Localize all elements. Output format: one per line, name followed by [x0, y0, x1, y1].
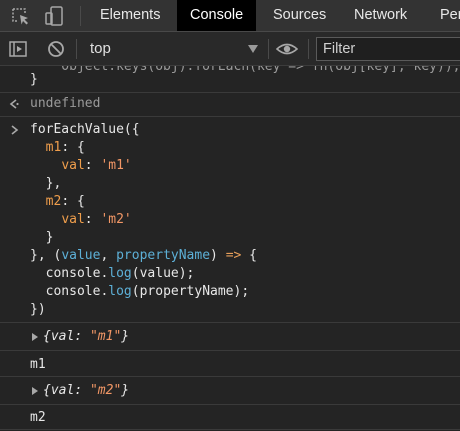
property-key: val — [61, 158, 85, 173]
code-token: }, — [45, 176, 62, 191]
chevron-down-icon — [248, 45, 258, 53]
filterbar-divider — [308, 39, 309, 59]
code-token: : — [84, 212, 101, 227]
code-token: } — [121, 383, 130, 398]
code-token: } — [121, 329, 130, 344]
result-arrow-icon — [9, 99, 19, 109]
expand-triangle-icon[interactable] — [32, 333, 38, 341]
tab-sources[interactable]: Sources — [262, 0, 337, 31]
property-key: val — [61, 212, 85, 227]
eye-icon[interactable] — [276, 39, 298, 59]
code-token: : — [74, 383, 90, 398]
code-line: m1: { — [30, 139, 85, 157]
code-token: ({ — [123, 122, 140, 137]
divider — [0, 404, 460, 405]
divider — [0, 92, 460, 93]
devtools-tab-bar: Elements Console Sources Network Per — [0, 0, 460, 32]
code-token: { — [241, 248, 257, 263]
toolbar-divider — [80, 6, 81, 26]
parameter-name: propertyName — [116, 248, 211, 263]
code-token: : { — [61, 140, 85, 155]
code-token: }) — [30, 302, 46, 317]
property-key: val — [50, 329, 75, 344]
device-toolbar-icon[interactable] — [44, 6, 66, 26]
string-literal: 'm2' — [100, 212, 132, 227]
input-prompt-icon — [11, 125, 19, 135]
expand-triangle-icon[interactable] — [32, 387, 38, 395]
filterbar-divider — [76, 39, 77, 59]
method-name: log — [108, 266, 132, 281]
code-line: val: 'm1' — [30, 157, 132, 175]
code-token: : — [74, 329, 90, 344]
console-filter-bar: top — [0, 32, 460, 66]
code-line: console.log(value); — [30, 265, 195, 283]
context-value: top — [90, 40, 111, 57]
property-key: m2 — [45, 194, 62, 209]
filter-input[interactable] — [316, 37, 460, 61]
divider — [0, 322, 460, 323]
code-token: console. — [45, 266, 109, 281]
code-token: (propertyName); — [131, 284, 250, 299]
console-output: Object.keys(obj).forEach(key => fn(obj[k… — [0, 66, 460, 431]
code-token: (value); — [131, 266, 195, 281]
code-line: }, — [30, 175, 62, 193]
code-token: : { — [61, 194, 85, 209]
code-line: }, (value, propertyName) => { — [30, 247, 257, 265]
devtools-window: Elements Console Sources Network Per top — [0, 0, 460, 431]
code-token: } — [45, 230, 54, 245]
sidebar-toggle-icon[interactable] — [8, 39, 28, 59]
code-token: : — [84, 158, 101, 173]
code-line: console.log(propertyName); — [30, 283, 250, 301]
string-literal: 'm1' — [100, 158, 132, 173]
divider — [0, 376, 460, 377]
tab-network[interactable]: Network — [343, 0, 418, 31]
javascript-context-select[interactable]: top — [82, 36, 258, 62]
string-literal: "m1" — [89, 329, 122, 344]
code-line: forEachValue({ — [30, 121, 140, 139]
method-name: log — [108, 284, 132, 299]
log-object[interactable]: {val: "m1"} — [43, 328, 129, 346]
code-token: { — [43, 383, 51, 398]
code-token: console. — [45, 284, 109, 299]
function-name: forEachValue — [30, 122, 124, 137]
code-line: }) — [30, 301, 46, 319]
code-line: m2: { — [30, 193, 85, 211]
element-picker-icon[interactable] — [10, 6, 32, 26]
clear-console-icon[interactable] — [46, 39, 66, 59]
divider — [0, 116, 460, 117]
code-token: }, ( — [30, 248, 62, 263]
tab-elements[interactable]: Elements — [88, 0, 172, 31]
code-token: { — [43, 329, 51, 344]
filterbar-divider — [268, 39, 269, 59]
arrow-operator: => — [225, 248, 242, 263]
log-text: m1 — [30, 357, 46, 372]
parameter-name: value — [61, 248, 101, 263]
property-key: val — [50, 383, 75, 398]
clipped-code-line: Object.keys(obj).forEach(key => fn(obj[k… — [30, 66, 460, 74]
code-line: } — [30, 229, 54, 247]
code-line: } — [30, 72, 38, 87]
divider — [0, 429, 460, 430]
code-line: val: 'm2' — [30, 211, 132, 229]
tab-console[interactable]: Console — [177, 0, 257, 31]
divider — [0, 350, 460, 351]
log-object[interactable]: {val: "m2"} — [43, 382, 129, 400]
log-text: m2 — [30, 410, 46, 425]
code-token: , — [100, 248, 117, 263]
tab-performance[interactable]: Per — [428, 0, 460, 31]
property-key: m1 — [45, 140, 62, 155]
result-undefined: undefined — [30, 96, 101, 111]
code-token: ) — [210, 248, 226, 263]
string-literal: "m2" — [89, 383, 122, 398]
